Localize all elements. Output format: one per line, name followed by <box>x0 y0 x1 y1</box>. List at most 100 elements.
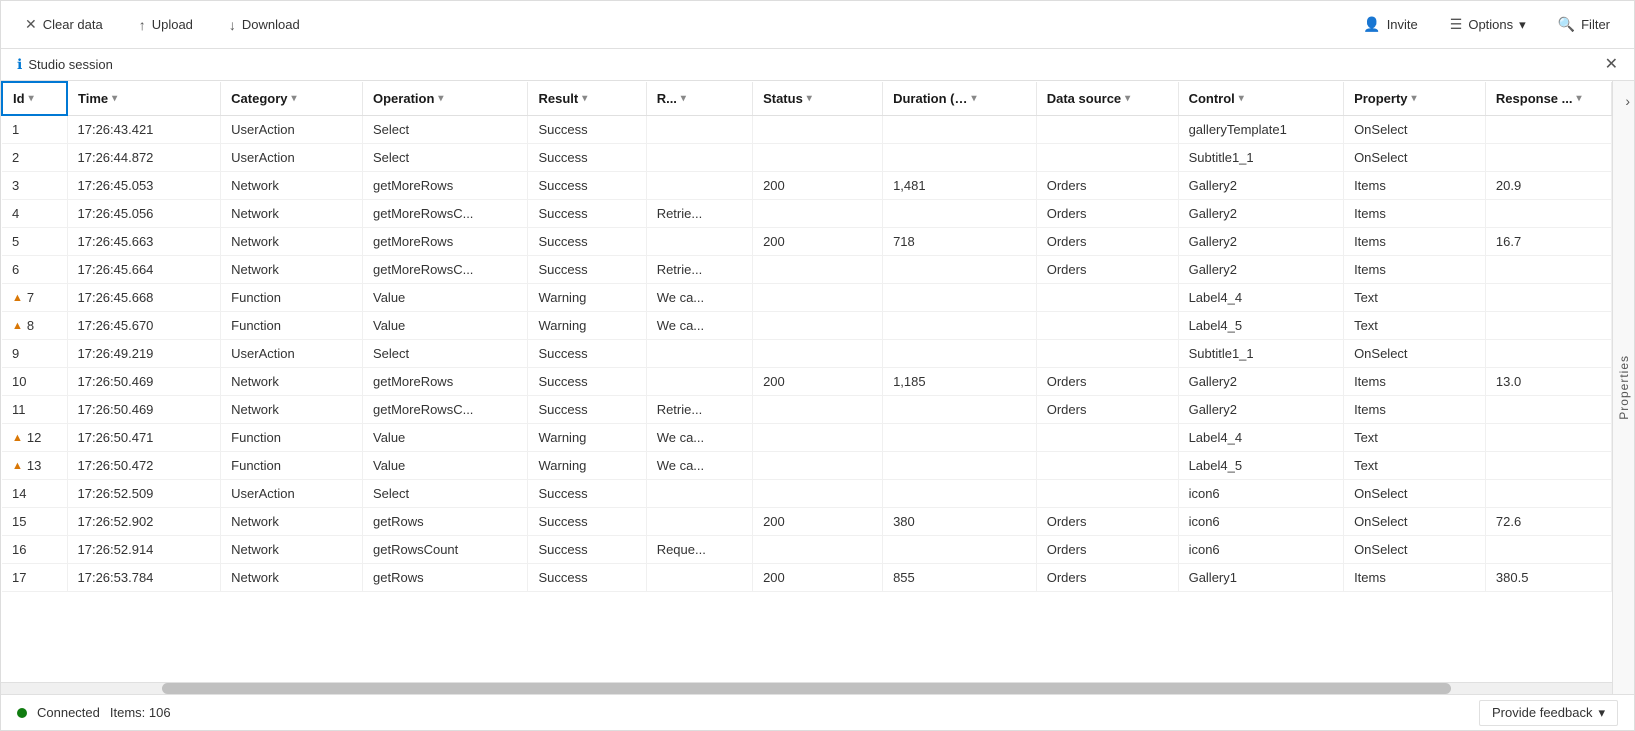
table-row[interactable]: 1117:26:50.469NetworkgetMoreRowsC...Succ… <box>2 396 1612 424</box>
cell-operation: getMoreRows <box>363 228 528 256</box>
col-header-id[interactable]: Id ▾ <box>2 82 67 115</box>
cell-duration <box>883 115 1037 144</box>
col-time-sort-icon: ▾ <box>112 93 117 104</box>
col-header-time[interactable]: Time ▾ <box>67 82 221 115</box>
table-row[interactable]: ▲717:26:45.668FunctionValueWarningWe ca.… <box>2 284 1612 312</box>
col-r-label: R... <box>657 91 677 106</box>
cell-duration <box>883 144 1037 172</box>
cell-time: 17:26:45.053 <box>67 172 221 200</box>
col-header-r[interactable]: R... ▾ <box>646 82 752 115</box>
clear-data-button[interactable]: ✕ Clear data <box>17 12 111 37</box>
cell-category: Function <box>221 452 363 480</box>
cell-datasource <box>1036 340 1178 368</box>
col-category-sort-icon: ▾ <box>292 93 297 104</box>
col-r-sort-icon: ▾ <box>681 93 686 104</box>
col-header-operation[interactable]: Operation ▾ <box>363 82 528 115</box>
cell-r <box>646 115 752 144</box>
cell-result: Success <box>528 480 646 508</box>
table-row[interactable]: 1717:26:53.784NetworkgetRowsSuccess20085… <box>2 564 1612 592</box>
download-button[interactable]: ↓ Download <box>221 13 308 37</box>
table-row[interactable]: ▲1217:26:50.471FunctionValueWarningWe ca… <box>2 424 1612 452</box>
cell-id: 6 <box>2 256 67 284</box>
cell-id: 14 <box>2 480 67 508</box>
cell-id-value: 16 <box>12 542 26 557</box>
cell-r <box>646 340 752 368</box>
col-header-control[interactable]: Control ▾ <box>1178 82 1343 115</box>
cell-datasource <box>1036 312 1178 340</box>
table-row[interactable]: 617:26:45.664NetworkgetMoreRowsC...Succe… <box>2 256 1612 284</box>
cell-id: 4 <box>2 200 67 228</box>
toolbar-right: 👤 Invite ☰ Options ▾ 🔍 Filter <box>1355 12 1618 37</box>
table-body: 117:26:43.421UserActionSelectSuccessgall… <box>2 115 1612 592</box>
table-row[interactable]: 917:26:49.219UserActionSelectSuccessSubt… <box>2 340 1612 368</box>
table-row[interactable]: ▲817:26:45.670FunctionValueWarningWe ca.… <box>2 312 1612 340</box>
cell-property: Items <box>1344 564 1486 592</box>
table-row[interactable]: 1517:26:52.902NetworkgetRowsSuccess20038… <box>2 508 1612 536</box>
cell-id-value: 4 <box>12 206 19 221</box>
cell-id-value: 6 <box>12 262 19 277</box>
invite-button[interactable]: 👤 Invite <box>1355 12 1426 37</box>
col-operation-sort-icon: ▾ <box>438 93 443 104</box>
cell-id-value: 14 <box>12 486 26 501</box>
col-header-response[interactable]: Response ... ▾ <box>1485 82 1611 115</box>
cell-r: Retrie... <box>646 256 752 284</box>
table-row[interactable]: 317:26:45.053NetworkgetMoreRowsSuccess20… <box>2 172 1612 200</box>
col-header-datasource[interactable]: Data source ▾ <box>1036 82 1178 115</box>
cell-datasource: Orders <box>1036 172 1178 200</box>
session-bar: ℹ Studio session ✕ <box>1 49 1634 81</box>
table-row[interactable]: 417:26:45.056NetworkgetMoreRowsC...Succe… <box>2 200 1612 228</box>
cell-property: Items <box>1344 172 1486 200</box>
cell-response <box>1485 452 1611 480</box>
cell-status: 200 <box>753 508 883 536</box>
session-label-container: ℹ Studio session <box>17 56 113 73</box>
toolbar: ✕ Clear data ↑ Upload ↓ Download 👤 Invit… <box>1 1 1634 49</box>
table-wrapper[interactable]: Id ▾ Time ▾ <box>1 81 1612 682</box>
table-row[interactable]: 117:26:43.421UserActionSelectSuccessgall… <box>2 115 1612 144</box>
cell-datasource: Orders <box>1036 396 1178 424</box>
col-header-duration[interactable]: Duration (… ▾ <box>883 82 1037 115</box>
cell-control: Gallery2 <box>1178 256 1343 284</box>
table-row[interactable]: 1617:26:52.914NetworkgetRowsCountSuccess… <box>2 536 1612 564</box>
cell-id-value: 3 <box>12 178 19 193</box>
table-row[interactable]: 217:26:44.872UserActionSelectSuccessSubt… <box>2 144 1612 172</box>
cell-duration <box>883 312 1037 340</box>
provide-feedback-button[interactable]: Provide feedback ▾ <box>1479 700 1618 726</box>
cell-duration <box>883 536 1037 564</box>
properties-sidebar-label: Properties <box>1617 355 1631 420</box>
cell-r <box>646 368 752 396</box>
horizontal-scrollbar[interactable] <box>1 682 1612 694</box>
col-id-sort-icon: ▾ <box>29 93 34 104</box>
close-button[interactable]: ✕ <box>1605 57 1618 73</box>
cell-response <box>1485 396 1611 424</box>
cell-response <box>1485 256 1611 284</box>
options-label: Options <box>1468 17 1513 32</box>
cell-property: Items <box>1344 396 1486 424</box>
table-row[interactable]: 517:26:45.663NetworkgetMoreRowsSuccess20… <box>2 228 1612 256</box>
col-header-category[interactable]: Category ▾ <box>221 82 363 115</box>
cell-control: Gallery1 <box>1178 564 1343 592</box>
col-header-result[interactable]: Result ▾ <box>528 82 646 115</box>
col-header-property[interactable]: Property ▾ <box>1344 82 1486 115</box>
upload-button[interactable]: ↑ Upload <box>131 13 201 37</box>
table-row[interactable]: 1017:26:50.469NetworkgetMoreRowsSuccess2… <box>2 368 1612 396</box>
cell-response <box>1485 424 1611 452</box>
table-row[interactable]: 1417:26:52.509UserActionSelectSuccessico… <box>2 480 1612 508</box>
cell-property: Items <box>1344 200 1486 228</box>
cell-duration: 855 <box>883 564 1037 592</box>
warning-icon: ▲ <box>12 460 23 472</box>
cell-duration <box>883 284 1037 312</box>
cell-id-value: 11 <box>12 402 26 417</box>
table-row[interactable]: ▲1317:26:50.472FunctionValueWarningWe ca… <box>2 452 1612 480</box>
warning-icon: ▲ <box>12 292 23 304</box>
cell-r <box>646 508 752 536</box>
cell-status: 200 <box>753 228 883 256</box>
options-button[interactable]: ☰ Options ▾ <box>1442 12 1534 37</box>
col-header-status[interactable]: Status ▾ <box>753 82 883 115</box>
filter-button[interactable]: 🔍 Filter <box>1550 12 1618 37</box>
cell-result: Success <box>528 256 646 284</box>
properties-sidebar[interactable]: › Properties <box>1612 81 1634 694</box>
person-icon: 👤 <box>1363 16 1380 33</box>
cell-r: We ca... <box>646 284 752 312</box>
cell-time: 17:26:45.663 <box>67 228 221 256</box>
invite-label: Invite <box>1387 17 1418 32</box>
